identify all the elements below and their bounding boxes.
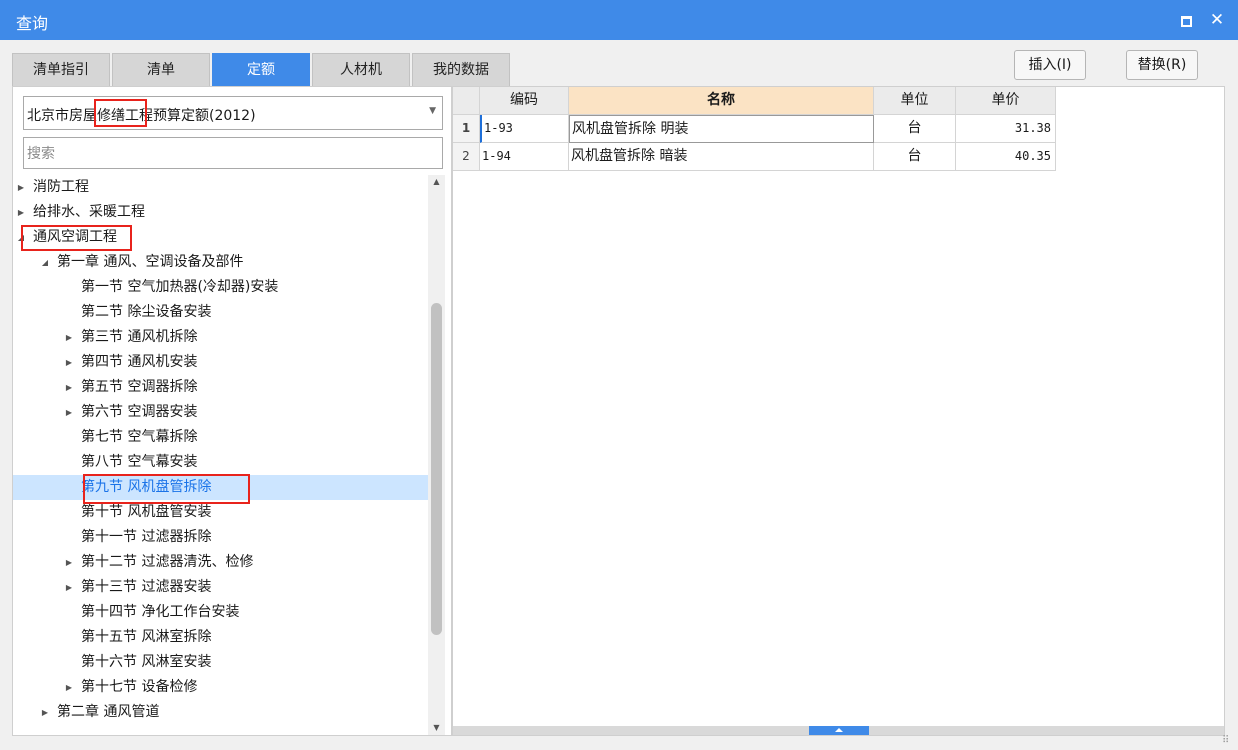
tree-item-label: 第十一节 过滤器拆除 — [81, 529, 212, 545]
window-title: 查询 — [16, 14, 49, 33]
chapter-tree: ▶ 消防工程 ▶ 给排水、采暖工程 ◢ 通风空调工程 ◢ 第一章 通风、空调设备及部件第一节 … — [13, 175, 428, 735]
tree-item[interactable]: 第二节 除尘设备安装 — [13, 300, 428, 325]
table-cell-price[interactable]: 31.38 — [956, 115, 1056, 143]
scroll-down-icon[interactable]: ▼ — [428, 721, 445, 735]
tree-item[interactable]: ▶ 第十二节 过滤器清洗、检修 — [13, 550, 428, 575]
tree-item[interactable]: ▶ 给排水、采暖工程 — [13, 200, 428, 225]
tree-item[interactable]: ▶ 第二章 通风管道 — [13, 700, 428, 725]
search-field[interactable] — [23, 137, 443, 170]
table-cell-name[interactable]: 风机盘管拆除 明装 — [569, 115, 874, 143]
column-header-price[interactable]: 单价 — [956, 87, 1056, 115]
expand-arrow-icon[interactable]: ▶ — [15, 175, 27, 200]
scroll-up-icon[interactable]: ▲ — [428, 175, 445, 189]
tree-item-label: 第五节 空调器拆除 — [81, 379, 198, 395]
collapse-arrow-icon[interactable]: ◢ — [15, 225, 27, 250]
column-header-name[interactable]: 名称 — [569, 87, 874, 115]
tree-item[interactable]: 第九节 风机盘管拆除 — [13, 475, 428, 500]
chevron-down-icon: ▼ — [429, 106, 436, 116]
tree-item-label: 第十七节 设备检修 — [81, 679, 198, 695]
tree-item-label: 第十六节 风淋室安装 — [81, 654, 212, 670]
tab-quota[interactable]: 定额 — [212, 53, 310, 86]
tree-item-label: 消防工程 — [33, 179, 89, 195]
library-select[interactable]: 北京市房屋修缮工程预算定额(2012) ▼ — [23, 96, 443, 130]
tree-item-label: 第七节 空气幕拆除 — [81, 429, 198, 445]
expand-arrow-icon[interactable]: ▶ — [15, 200, 27, 225]
tree-item-label: 第二章 通风管道 — [57, 704, 160, 720]
tree-item[interactable]: 第十节 风机盘管安装 — [13, 500, 428, 525]
expand-arrow-icon[interactable]: ▶ — [63, 375, 75, 400]
tab-labor-material-machine[interactable]: 人材机 — [312, 53, 410, 86]
tab-my-data[interactable]: 我的数据 — [412, 53, 510, 86]
tree-item[interactable]: 第十一节 过滤器拆除 — [13, 525, 428, 550]
tree-item[interactable]: ▶ 第十三节 过滤器安装 — [13, 575, 428, 600]
maximize-icon[interactable] — [1178, 13, 1194, 27]
tree-item[interactable]: ▶ 第四节 通风机安装 — [13, 350, 428, 375]
scroll-thumb[interactable] — [431, 303, 442, 635]
tree-item-label: 第六节 空调器安装 — [81, 404, 198, 420]
expand-arrow-icon[interactable]: ▶ — [63, 325, 75, 350]
table-cell-unit[interactable]: 台 — [874, 143, 956, 171]
row-number[interactable]: 1 — [453, 115, 480, 143]
tree-item-label: 第一章 通风、空调设备及部件 — [57, 254, 244, 270]
tree-item-label: 第十三节 过滤器安装 — [81, 579, 212, 595]
collapse-arrow-icon[interactable]: ◢ — [39, 250, 51, 275]
title-bar: 查询 ✕ — [0, 0, 1238, 40]
tree-item-label: 第三节 通风机拆除 — [81, 329, 198, 345]
resize-grip-icon[interactable]: ⠿ — [1222, 735, 1234, 747]
table-cell-code[interactable]: 1-93 — [480, 115, 569, 143]
quota-results-panel: 编码 名称 单位 单价 1 1-93 风机盘管拆除 明装 台 31.38 2 1… — [452, 86, 1225, 736]
tree-item[interactable]: 第十六节 风淋室安装 — [13, 650, 428, 675]
tree-item[interactable]: ▶ 消防工程 — [13, 175, 428, 200]
column-header-unit[interactable]: 单位 — [874, 87, 956, 115]
tree-item-label: 第二节 除尘设备安装 — [81, 304, 212, 320]
search-input[interactable] — [24, 138, 440, 170]
horizontal-scrollbar[interactable] — [453, 726, 1224, 735]
tree-item[interactable]: ▶ 第五节 空调器拆除 — [13, 375, 428, 400]
tree-item[interactable]: 第一节 空气加热器(冷却器)安装 — [13, 275, 428, 300]
splitter-handle[interactable] — [809, 726, 869, 735]
insert-button[interactable]: 插入(I) — [1014, 50, 1086, 80]
quota-library-panel: 北京市房屋修缮工程预算定额(2012) ▼ ▶ 消防工程 ▶ 给排水、采暖工程 ◢ 通风空… — [12, 86, 452, 736]
tree-item[interactable]: ▶ 第三节 通风机拆除 — [13, 325, 428, 350]
tree-item-label: 第十二节 过滤器清洗、检修 — [81, 554, 254, 570]
expand-arrow-icon[interactable]: ▶ — [39, 700, 51, 725]
tree-item[interactable]: ◢ 第一章 通风、空调设备及部件 — [13, 250, 428, 275]
tree-item-label: 第十节 风机盘管安装 — [81, 504, 212, 520]
row-number[interactable]: 2 — [453, 143, 480, 171]
tree-item-label: 第四节 通风机安装 — [81, 354, 198, 370]
tree-item[interactable]: 第七节 空气幕拆除 — [13, 425, 428, 450]
tree-item-label: 通风空调工程 — [33, 229, 117, 245]
tree-item[interactable]: 第十四节 净化工作台安装 — [13, 600, 428, 625]
tab-list[interactable]: 清单 — [112, 53, 210, 86]
tree-scrollbar[interactable]: ▲ ▼ — [428, 175, 445, 735]
close-icon[interactable]: ✕ — [1204, 8, 1230, 32]
tree-item-label: 第八节 空气幕安装 — [81, 454, 198, 470]
tree-item[interactable]: 第八节 空气幕安装 — [13, 450, 428, 475]
tree-item-label: 第九节 风机盘管拆除 — [81, 479, 212, 495]
expand-arrow-icon[interactable]: ▶ — [63, 400, 75, 425]
tree-item[interactable]: ▶ 第十七节 设备检修 — [13, 675, 428, 700]
column-header-code[interactable]: 编码 — [480, 87, 569, 115]
table-corner — [453, 87, 480, 115]
tree-item-label: 第十四节 净化工作台安装 — [81, 604, 240, 620]
tree-item-label: 给排水、采暖工程 — [33, 204, 145, 220]
tree-item[interactable]: ▶ 第六节 空调器安装 — [13, 400, 428, 425]
table-cell-unit[interactable]: 台 — [874, 115, 956, 143]
replace-button[interactable]: 替换(R) — [1126, 50, 1198, 80]
expand-arrow-icon[interactable]: ▶ — [63, 350, 75, 375]
tab-list-guide[interactable]: 清单指引 — [12, 53, 110, 86]
table-cell-name[interactable]: 风机盘管拆除 暗装 — [569, 143, 874, 171]
tree-item-label: 第一节 空气加热器(冷却器)安装 — [81, 279, 279, 295]
expand-arrow-icon[interactable]: ▶ — [63, 575, 75, 600]
expand-arrow-icon[interactable]: ▶ — [63, 675, 75, 700]
tree-item[interactable]: ◢ 通风空调工程 — [13, 225, 428, 250]
library-select-value: 北京市房屋修缮工程预算定额(2012) — [27, 108, 256, 124]
table-cell-price[interactable]: 40.35 — [956, 143, 1056, 171]
table-cell-code[interactable]: 1-94 — [480, 143, 569, 171]
expand-arrow-icon[interactable]: ▶ — [63, 550, 75, 575]
tree-item-label: 第十五节 风淋室拆除 — [81, 629, 212, 645]
tree-item[interactable]: 第十五节 风淋室拆除 — [13, 625, 428, 650]
